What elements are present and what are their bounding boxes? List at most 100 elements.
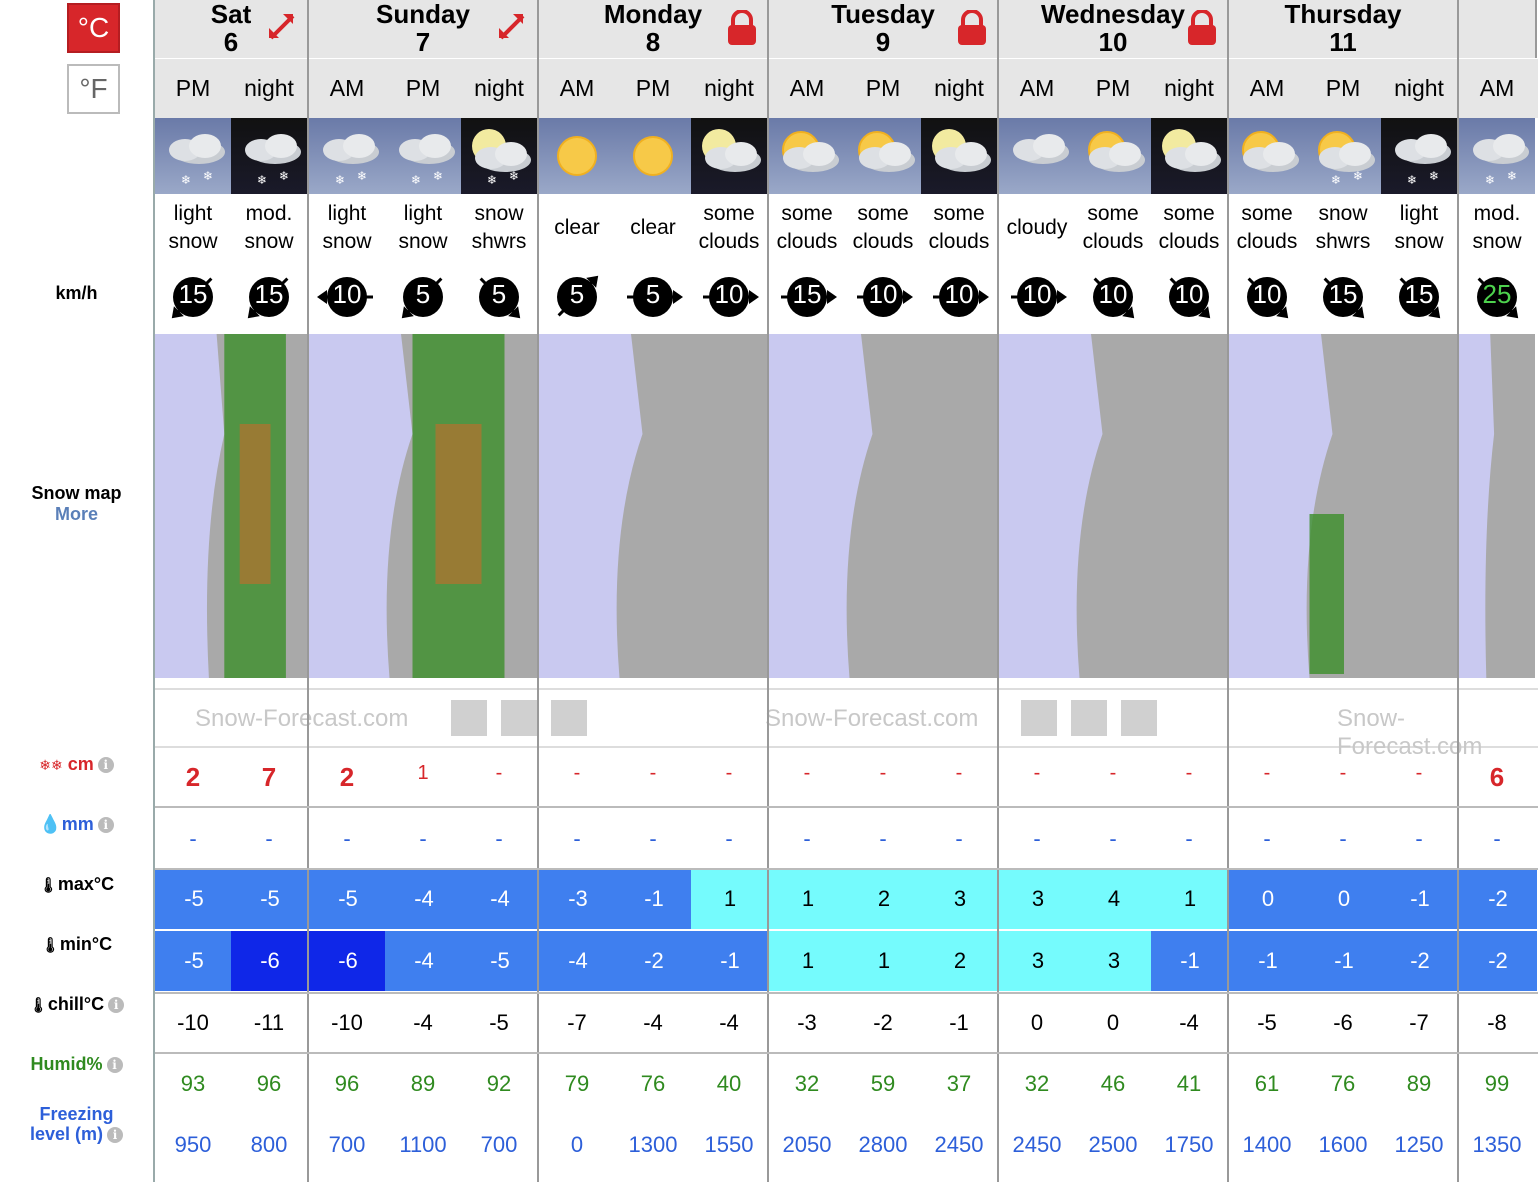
day-header: Monday 8 [539,0,769,58]
max-temp: -1 [1381,869,1459,929]
wind-chill: -1 [949,1010,969,1035]
humidity: 32 [1024,1071,1050,1096]
wind-layer-icon[interactable] [1071,700,1107,736]
wind-indicator: 10 [845,267,921,327]
snow-map-image[interactable] [769,334,999,678]
snow-map-image[interactable] [1459,334,1537,678]
weather-text-line: snow [1472,230,1522,253]
snow-map-image[interactable] [155,334,309,678]
min-temp: -2 [1381,931,1459,991]
expand-icon[interactable] [495,10,529,49]
day-number: 11 [1329,27,1357,57]
cloud-layer-icon[interactable] [1021,700,1057,736]
weather-description: some clouds [769,198,845,258]
min-temp: -1 [1151,931,1229,991]
min-temp: -2 [1459,931,1537,991]
wind-indicator: 5 [615,267,691,327]
moon-cloud-icon [691,118,767,194]
period-label: PM [635,75,671,101]
weather-description: some clouds [845,198,921,258]
weather-text-line: some [781,202,833,225]
weather-text-line: clear [554,216,600,239]
snow-amount: - [955,762,963,784]
period-label: AM [1249,75,1285,101]
snow-map-image[interactable] [999,334,1229,678]
lock-icon[interactable] [725,9,759,51]
wind-chill: -3 [797,1010,817,1035]
cloud-snow-icon: ❄ ❄ [155,118,231,194]
snow-map-image[interactable] [309,334,539,678]
expand-icon[interactable] [265,10,299,49]
cloud-layer-icon[interactable] [451,700,487,736]
wind-speed: 25 [1482,279,1512,309]
humidity: 76 [1330,1071,1356,1096]
info-icon[interactable]: i [106,1057,123,1074]
day-separator [537,58,539,1182]
svg-text:❄: ❄ [1353,169,1363,183]
chill-temp-label: 🌡chill°C i [0,994,153,1015]
period-label: PM [1095,75,1131,101]
min-temp: -1 [1305,931,1383,991]
rain-amount: - [649,826,657,851]
wind-speed: 10 [1098,279,1128,309]
temp-layer-icon[interactable] [1121,700,1157,736]
weather-description: clear [539,198,615,258]
snow-amount: - [495,762,503,784]
info-icon[interactable]: i [108,997,125,1014]
wind-chill: -4 [413,1010,433,1035]
wind-speed: 15 [1404,279,1434,309]
snow-amount: - [879,762,887,784]
cloud-snow-night-icon: ❄ ❄ [231,118,307,194]
fahrenheit-toggle-button[interactable]: °F [67,64,120,114]
period-label: AM [1479,75,1515,101]
period-label: night [244,75,294,101]
sun-cloud-snow-icon: ❄ ❄ [1305,118,1381,194]
snow-amount: - [1415,762,1423,784]
temp-layer-icon[interactable] [551,700,587,736]
lock-icon[interactable] [1185,9,1219,51]
snowmap-more-link[interactable]: More [0,504,153,525]
weather-text-line: snow [1394,230,1444,253]
wind-layer-icon[interactable] [501,700,537,736]
day-separator [307,58,309,1182]
humidity: 93 [180,1071,206,1096]
rain-amount: - [1033,826,1041,851]
lock-icon[interactable] [955,9,989,51]
info-icon[interactable]: i [97,757,114,774]
humidity: 96 [256,1071,282,1096]
snow-map-image[interactable] [1229,334,1459,678]
rain-amount: - [1109,826,1117,851]
freezing-level: 950 [174,1132,212,1157]
period-label: night [1394,75,1444,101]
wind-speed: 5 [645,279,661,309]
day-separator [997,58,999,1182]
weather-text: light snow [398,200,447,256]
max-temp: 1 [1151,869,1229,929]
period-label: night [704,75,754,101]
brand-watermark: Snow-Forecast.com [765,705,979,732]
rain-amount: - [189,826,197,851]
celsius-toggle-button[interactable]: °C [67,3,120,53]
day-header: Sat 6 [155,0,309,58]
info-icon[interactable]: i [107,1127,124,1144]
weather-text: clear [630,214,676,242]
svg-text:❄: ❄ [1429,169,1439,183]
freezing-level: 1350 [1472,1132,1522,1157]
weather-text-line: clouds [1158,230,1220,253]
rain-amount: - [343,826,351,851]
humidity: 79 [564,1071,590,1096]
info-icon[interactable]: i [97,817,114,834]
min-temp: -1 [1229,931,1307,991]
period-label: PM [1325,75,1361,101]
freezing-level: 2450 [1012,1132,1062,1157]
freezing-level: 0 [570,1132,584,1157]
snowmap-label: Snow map More [0,483,153,525]
wind-chill: -4 [1179,1010,1199,1035]
wind-speed: 10 [332,279,362,309]
min-temp: 3 [1075,931,1153,991]
humidity: 89 [1406,1071,1432,1096]
period-label: night [1164,75,1214,101]
snow-amount: - [1109,762,1117,784]
weather-text: cloudy [1007,214,1068,242]
snow-map-image[interactable] [539,334,769,678]
